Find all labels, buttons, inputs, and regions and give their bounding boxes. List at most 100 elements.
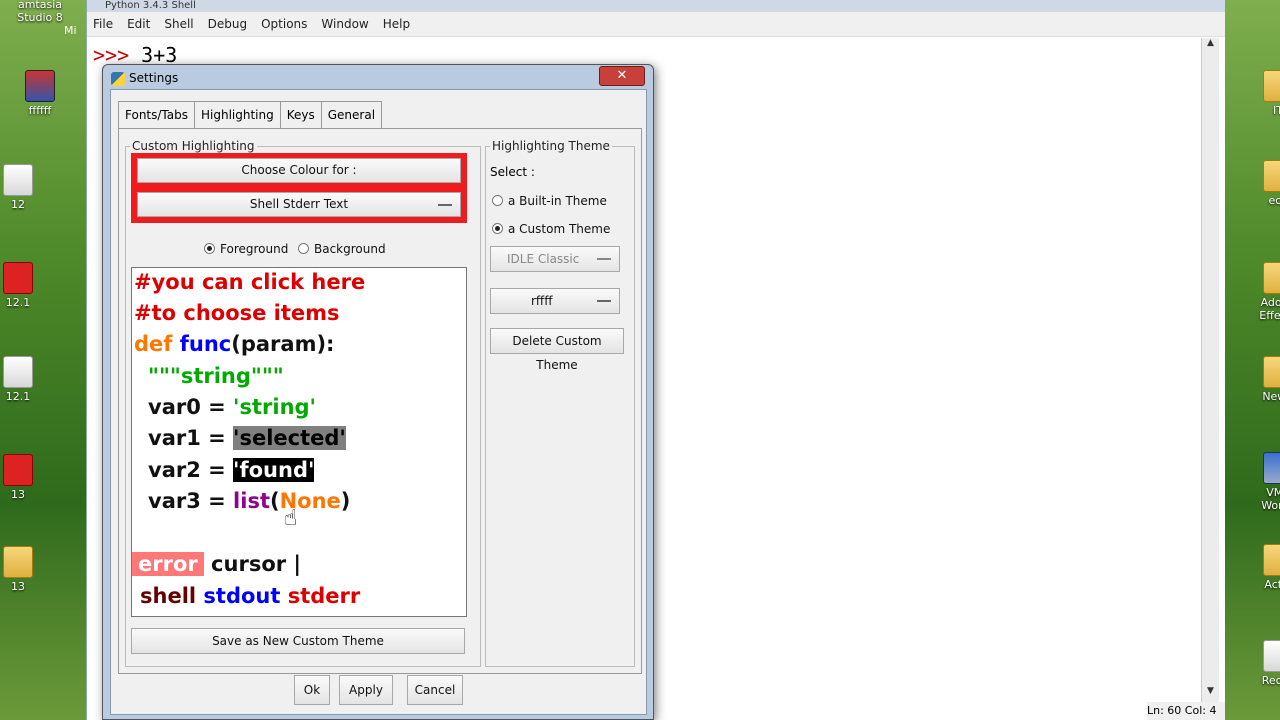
video-icon xyxy=(3,454,33,486)
element-select[interactable]: Shell Stderr Text xyxy=(137,192,461,217)
sample-line-6: var1 = 'selected' xyxy=(148,426,346,450)
dialog-titlebar: Settings xyxy=(111,71,178,86)
custom-highlighting-label: Custom Highlighting xyxy=(130,139,257,153)
sample-cursor: cursor | xyxy=(203,552,302,576)
folder-icon xyxy=(1263,356,1280,388)
folder-icon xyxy=(1263,544,1280,576)
desktop-icon-label: VMv Works xyxy=(1261,486,1280,512)
desktop-icon-eclipse[interactable]: ecli xyxy=(1238,160,1280,207)
custom-theme-label: a Custom Theme xyxy=(508,222,611,236)
desktop-icon-label: 13 xyxy=(11,488,25,501)
desktop-icon-13-video[interactable]: 13 xyxy=(0,454,58,501)
builtin-theme-label: a Built-in Theme xyxy=(508,194,607,208)
desktop-icon-12-1-video[interactable]: 12.1 xyxy=(0,262,58,309)
close-button[interactable]: ✕ xyxy=(599,66,645,86)
desktop-icon-vmware[interactable]: VMv Works xyxy=(1238,452,1280,512)
choose-colour-button[interactable]: Choose Colour for : xyxy=(137,158,461,183)
desktop-icon-activ[interactable]: Activ xyxy=(1238,544,1280,591)
menu-help[interactable]: Help xyxy=(383,17,410,31)
desktop-partial-label: Mi xyxy=(64,24,77,37)
shell-scrollbar[interactable]: ▲ ▼ xyxy=(1201,38,1219,702)
desktop-icon-camtasia[interactable]: amtasia Studio 8 xyxy=(0,0,80,24)
sample-stdout: stdout xyxy=(203,584,281,608)
sample-normal: var3 = xyxy=(148,489,234,513)
desktop-icon-label: Activ xyxy=(1264,578,1280,591)
desktop-left: amtasia Studio 8 ffffff 12 12.1 12.1 13 … xyxy=(0,0,86,720)
scroll-down-icon[interactable]: ▼ xyxy=(1202,686,1219,702)
sample-normal: ( xyxy=(269,489,280,513)
sample-line-5: var0 = 'string' xyxy=(148,395,316,419)
dialog-title: Settings xyxy=(129,71,179,85)
menu-shell[interactable]: Shell xyxy=(164,17,193,31)
menu-window[interactable]: Window xyxy=(321,17,368,31)
tab-fonts-tabs[interactable]: Fonts/Tabs xyxy=(118,101,195,128)
recycle-bin-icon xyxy=(1263,640,1280,672)
foreground-radio[interactable]: Foreground xyxy=(204,242,288,256)
folder-icon xyxy=(1263,160,1280,192)
highlight-sample[interactable]: #you can click here #to choose items def… xyxy=(131,267,467,617)
desktop-icon-label: 12.1 xyxy=(5,296,31,309)
sample-shell: shell xyxy=(140,584,197,608)
custom-theme-select[interactable]: rffff xyxy=(490,288,620,314)
desktop-icon-new-folder[interactable]: New f xyxy=(1238,356,1280,403)
dropdown-icon xyxy=(597,258,611,260)
desktop-icon-it[interactable]: IT xyxy=(1238,70,1280,117)
dropdown-icon xyxy=(438,204,452,206)
desktop-icon-recycle-bin[interactable]: Recyc xyxy=(1238,640,1280,687)
highlighting-panel: Custom Highlighting Choose Colour for : … xyxy=(118,128,642,674)
builtin-theme-radio[interactable]: a Built-in Theme xyxy=(492,194,607,208)
python-icon xyxy=(111,71,125,86)
desktop-icon-13-folder[interactable]: 13 xyxy=(0,546,58,593)
scroll-up-icon[interactable]: ▲ xyxy=(1202,38,1219,54)
ok-button[interactable]: Ok xyxy=(294,675,330,705)
shell-menubar: File Edit Shell Debug Options Window Hel… xyxy=(87,12,1225,37)
sample-builtin: list xyxy=(233,489,270,513)
builtin-theme-select[interactable]: IDLE Classic xyxy=(490,246,620,272)
folder-icon xyxy=(3,546,33,578)
document-icon xyxy=(3,356,33,388)
sample-line-8: var3 = list(None) xyxy=(148,489,350,513)
background-radio[interactable]: Background xyxy=(298,242,386,256)
sample-line-4: """string""" xyxy=(148,364,284,388)
desktop-icon-12-1-doc[interactable]: 12.1 xyxy=(0,356,58,403)
desktop-icon-label: ecli xyxy=(1268,194,1280,207)
tab-keys[interactable]: Keys xyxy=(279,101,322,128)
desktop-icon-label: Adobe Effects xyxy=(1259,296,1280,322)
desktop-icon-12[interactable]: 12 xyxy=(0,164,58,211)
sample-normal: var1 = xyxy=(148,426,234,450)
save-custom-theme-button[interactable]: Save as New Custom Theme xyxy=(131,628,465,654)
foreground-label: Foreground xyxy=(220,242,289,256)
cancel-button[interactable]: Cancel xyxy=(407,675,463,705)
archive-icon xyxy=(25,70,55,102)
apply-button[interactable]: Apply xyxy=(339,675,393,705)
sample-string: 'string' xyxy=(233,395,316,419)
radio-selected-icon xyxy=(204,243,215,254)
highlighting-theme-label: Highlighting Theme xyxy=(490,139,612,153)
folder-icon xyxy=(1263,262,1280,294)
radio-unselected-icon xyxy=(492,195,503,206)
sample-selected: 'selected' xyxy=(233,426,346,450)
highlight-frame: Choose Colour for : Shell Stderr Text xyxy=(131,153,467,223)
menu-edit[interactable]: Edit xyxy=(127,17,150,31)
sample-line-10: shell stdout stderr xyxy=(140,584,360,608)
delete-custom-theme-button[interactable]: Delete Custom Theme xyxy=(490,328,624,372)
sample-line-1: #you can click here xyxy=(134,270,365,294)
radio-selected-icon xyxy=(492,223,503,234)
menu-options[interactable]: Options xyxy=(261,17,307,31)
document-icon xyxy=(3,164,33,196)
custom-theme-radio[interactable]: a Custom Theme xyxy=(492,222,610,236)
desktop-icon-label: 12 xyxy=(11,198,25,211)
sample-normal: (param): xyxy=(231,332,335,356)
desktop-right: IT ecli Adobe Effects New f VMv Works Ac… xyxy=(1224,0,1280,720)
vmware-icon xyxy=(1263,452,1280,484)
desktop-icon-adobe[interactable]: Adobe Effects xyxy=(1238,262,1280,322)
background-label: Background xyxy=(314,242,386,256)
select-label: Select : xyxy=(490,165,535,179)
desktop-icon-rar[interactable]: ffffff xyxy=(0,70,80,117)
menu-debug[interactable]: Debug xyxy=(208,17,247,31)
tab-general[interactable]: General xyxy=(320,101,383,128)
sample-keyword: def xyxy=(134,332,173,356)
tab-highlighting[interactable]: Highlighting xyxy=(194,101,281,128)
radio-unselected-icon xyxy=(298,243,309,254)
menu-file[interactable]: File xyxy=(93,17,113,31)
